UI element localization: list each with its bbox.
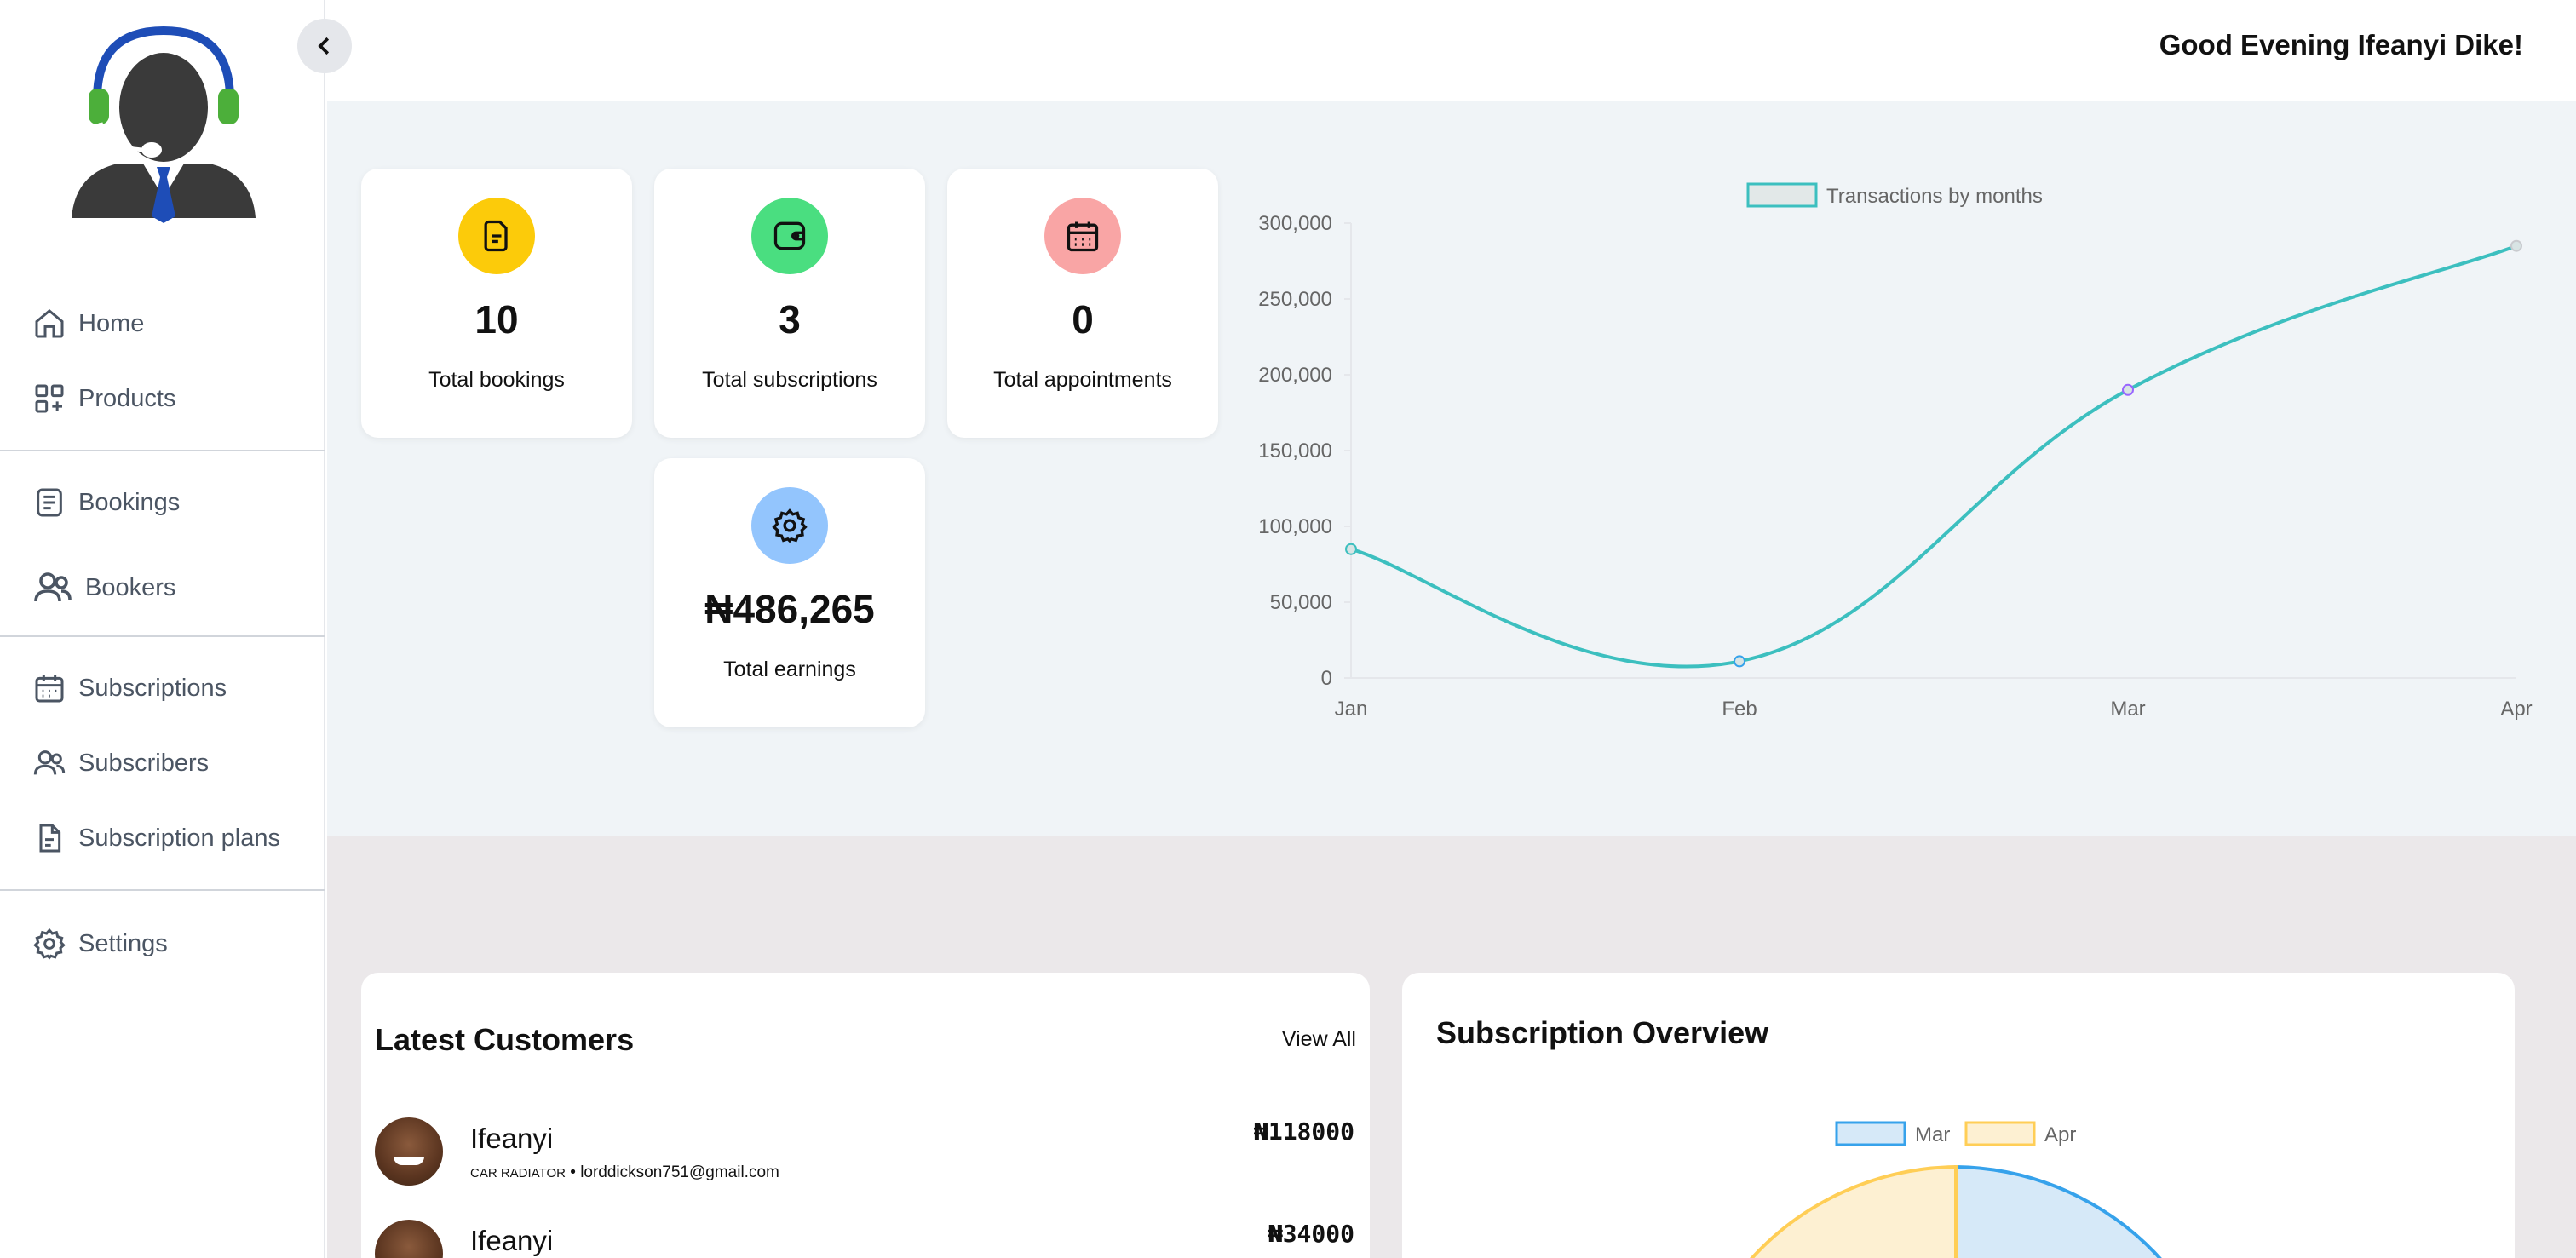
subscription-pie-chart: Mar Apr bbox=[1750, 1121, 2162, 1258]
note-icon bbox=[484, 220, 508, 252]
sidebar-item-label: Subscribers bbox=[78, 749, 210, 777]
stat-label: Total bookings bbox=[428, 368, 565, 392]
collapse-sidebar-button[interactable] bbox=[297, 19, 352, 73]
stat-card-bookings: 10 Total bookings bbox=[361, 169, 632, 438]
sidebar-item-bookers[interactable]: Bookers bbox=[32, 567, 175, 608]
legend-swatch-mar bbox=[1835, 1121, 1906, 1146]
stat-value: 0 bbox=[1072, 297, 1094, 342]
data-point bbox=[2510, 239, 2522, 252]
y-tick-label: 250,000 bbox=[1258, 288, 1332, 311]
calendar-icon bbox=[35, 675, 64, 703]
stat-card-appointments: 0 Total appointments bbox=[947, 169, 1218, 438]
list-icon bbox=[37, 488, 62, 517]
chevron-left-icon bbox=[318, 37, 330, 55]
latest-customers-title: Latest Customers bbox=[375, 1022, 635, 1057]
view-all-link[interactable]: View All bbox=[1282, 1027, 1356, 1052]
legend-swatch-apr bbox=[1964, 1121, 2036, 1146]
customer-email: lorddickson751@gmail.com bbox=[580, 1163, 779, 1181]
customer-amount: ₦118000 bbox=[1253, 1117, 1354, 1146]
sidebar-item-label: Bookings bbox=[78, 488, 181, 516]
sidebar-item-label: Subscriptions bbox=[78, 674, 227, 702]
support-agent-logo bbox=[72, 26, 256, 223]
home-icon bbox=[35, 309, 64, 338]
sidebar-item-label: Settings bbox=[78, 929, 168, 957]
data-point bbox=[2122, 383, 2134, 396]
document-icon bbox=[39, 824, 61, 853]
customer-details: CAR RADIATOR • lorddickson751@gmail.com bbox=[470, 1163, 779, 1182]
stat-icon-circle bbox=[751, 487, 828, 564]
stat-icon-circle bbox=[751, 198, 828, 274]
customer-amount: ₦34000 bbox=[1268, 1220, 1354, 1248]
wallet-icon bbox=[773, 221, 806, 250]
y-tick-label: 300,000 bbox=[1258, 212, 1332, 235]
customer-name: Ifeanyi bbox=[470, 1123, 554, 1154]
legend-swatch bbox=[1746, 182, 1818, 208]
sidebar-item-label: Home bbox=[78, 309, 145, 337]
grid-plus-icon bbox=[35, 384, 64, 413]
y-tick-label: 100,000 bbox=[1258, 515, 1332, 538]
gear-icon bbox=[33, 928, 66, 960]
x-tick-label: Feb bbox=[1722, 698, 1757, 721]
stat-icon-circle bbox=[458, 198, 535, 274]
sidebar-item-subscription-plans[interactable]: Subscription plans bbox=[32, 821, 280, 855]
bottom-section: Latest Customers View All Ifeanyi CAR RA… bbox=[327, 836, 2576, 1258]
legend-label-apr: Apr bbox=[2044, 1123, 2076, 1146]
stat-label: Total appointments bbox=[993, 368, 1172, 392]
sidebar-item-products[interactable]: Products bbox=[32, 382, 175, 416]
sidebar-divider bbox=[0, 635, 325, 637]
customer-category: CAR RADIATOR bbox=[470, 1166, 566, 1180]
avatar bbox=[375, 1117, 443, 1186]
latest-customers-panel: Latest Customers View All Ifeanyi CAR RA… bbox=[361, 973, 1370, 1258]
legend-label: Transactions by months bbox=[1826, 185, 2043, 208]
sidebar-item-label: Subscription plans bbox=[78, 824, 280, 852]
sidebar-item-subscriptions[interactable]: Subscriptions bbox=[32, 671, 227, 705]
gear-icon bbox=[772, 508, 808, 543]
sidebar-item-label: Products bbox=[78, 384, 176, 412]
sidebar-item-subscribers[interactable]: Subscribers bbox=[32, 746, 209, 780]
sidebar-item-settings[interactable]: Settings bbox=[32, 927, 168, 961]
stat-value: ₦486,265 bbox=[704, 587, 875, 631]
sidebar: Home Products Bookings Bookers Subscript… bbox=[0, 0, 325, 1258]
stat-card-earnings: ₦486,265 Total earnings bbox=[654, 458, 925, 727]
sidebar-item-home[interactable]: Home bbox=[32, 307, 144, 341]
customer-row[interactable]: Ifeanyi CAR RADIATOR • lorddickson751@gm… bbox=[375, 1117, 1354, 1199]
pie-slice-apr bbox=[1750, 1164, 1958, 1258]
greeting-text: Good Evening Ifeanyi Dike! bbox=[2159, 29, 2523, 60]
stat-value: 10 bbox=[474, 297, 519, 342]
customer-row[interactable]: Ifeanyi ₦34000 bbox=[375, 1220, 1354, 1258]
users-icon bbox=[34, 572, 72, 602]
top-header: Good Evening Ifeanyi Dike! bbox=[327, 0, 2576, 101]
stat-card-subscriptions: 3 Total subscriptions bbox=[654, 169, 925, 438]
x-tick-label: Mar bbox=[2110, 698, 2145, 721]
legend-label-mar: Mar bbox=[1915, 1123, 1950, 1146]
data-point bbox=[1734, 655, 1745, 668]
y-tick-label: 150,000 bbox=[1258, 439, 1332, 462]
subscription-overview-panel: Subscription Overview Mar Apr bbox=[1402, 973, 2515, 1258]
calendar-icon bbox=[1067, 221, 1099, 252]
y-tick-label: 0 bbox=[1321, 667, 1332, 690]
customer-name: Ifeanyi bbox=[470, 1225, 554, 1256]
users-icon bbox=[33, 750, 66, 775]
stat-label: Total subscriptions bbox=[702, 368, 877, 392]
stat-icon-circle bbox=[1044, 198, 1121, 274]
x-tick-label: Jan bbox=[1335, 698, 1368, 721]
x-tick-label: Apr bbox=[2500, 698, 2532, 721]
data-point bbox=[1345, 543, 1357, 555]
stat-value: 3 bbox=[779, 297, 801, 342]
avatar bbox=[375, 1220, 443, 1258]
sidebar-divider bbox=[0, 450, 325, 451]
series-line bbox=[1350, 244, 2517, 669]
transactions-line-chart: 0 50,000 100,000 150,000 200,000 250,000 300,0… bbox=[1258, 182, 2533, 721]
y-tick-label: 200,000 bbox=[1258, 364, 1332, 387]
pie-slice-mar bbox=[1954, 1164, 2162, 1258]
separator-dot: • bbox=[570, 1163, 581, 1181]
y-tick-label: 50,000 bbox=[1270, 591, 1332, 614]
stat-label: Total earnings bbox=[723, 658, 856, 681]
sidebar-divider bbox=[0, 889, 325, 891]
sidebar-item-bookings[interactable]: Bookings bbox=[32, 485, 180, 520]
sidebar-item-label: Bookers bbox=[85, 573, 176, 601]
